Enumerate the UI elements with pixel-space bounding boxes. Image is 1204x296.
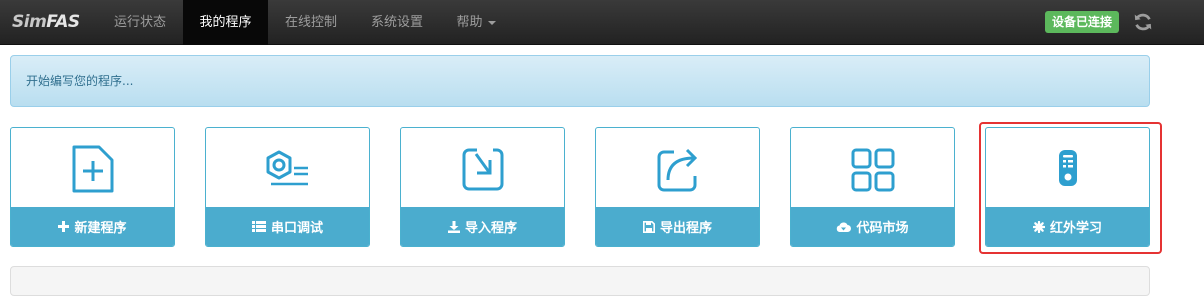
status-badge: 设备已连接 xyxy=(1045,11,1120,33)
export-icon xyxy=(657,148,697,192)
top-navbar: Sim FAS 运行状态 我的程序 在线控制 系统设置 帮助 设备已连接 xyxy=(0,0,1204,45)
nav-item-label: 在线控制 xyxy=(284,15,337,30)
nav-item-label: 系统设置 xyxy=(370,15,423,30)
tile-serial-debug[interactable]: 串口调试 xyxy=(205,127,370,247)
tile-ir-learning[interactable]: 红外学习 xyxy=(985,127,1150,247)
brand-part1: Sim xyxy=(12,12,47,32)
tile-export-program[interactable]: 导出程序 xyxy=(595,127,760,247)
new-file-icon xyxy=(72,145,113,193)
tile-label: 导出程序 xyxy=(659,221,712,236)
save-icon xyxy=(642,220,655,233)
remote-control-icon xyxy=(1058,150,1077,186)
tile-label: 新建程序 xyxy=(74,221,127,236)
serial-port-icon xyxy=(266,150,308,186)
import-icon xyxy=(462,148,503,191)
bottom-panel xyxy=(10,266,1150,296)
tile-footer: 导出程序 xyxy=(596,207,759,246)
nav-item-system-settings[interactable]: 系统设置 xyxy=(354,0,440,45)
tile-label: 代码市场 xyxy=(856,221,909,236)
alert-text: 开始编写您的程序... xyxy=(26,74,134,88)
caret-down-icon xyxy=(487,20,496,25)
tile-footer: 串口调试 xyxy=(206,207,369,246)
nav-item-my-programs[interactable]: 我的程序 xyxy=(183,0,268,45)
brand-logo[interactable]: Sim FAS xyxy=(12,10,80,34)
nav-item-status[interactable]: 运行状态 xyxy=(97,0,183,45)
cloud-download-icon xyxy=(837,222,852,232)
refresh-icon[interactable] xyxy=(1132,11,1154,33)
tile-footer: 红外学习 xyxy=(986,207,1149,246)
nav-item-label: 帮助 xyxy=(456,15,483,30)
tile-label: 红外学习 xyxy=(1049,221,1102,236)
tile-code-market[interactable]: 代码市场 xyxy=(790,127,955,247)
tile-footer: 新建程序 xyxy=(11,207,174,246)
nav-item-online-control[interactable]: 在线控制 xyxy=(268,0,354,45)
tile-label: 串口调试 xyxy=(270,221,323,236)
tile-new-program[interactable]: 新建程序 xyxy=(10,127,175,247)
brand-part2: FAS xyxy=(46,12,80,32)
list-icon xyxy=(251,221,266,232)
nav-item-label: 运行状态 xyxy=(113,15,166,30)
asterisk-icon xyxy=(1032,220,1045,233)
nav-item-label: 我的程序 xyxy=(199,15,252,30)
info-alert: 开始编写您的程序... xyxy=(10,55,1150,107)
grid-icon xyxy=(851,148,894,192)
nav-item-help[interactable]: 帮助 xyxy=(440,0,512,45)
tile-import-program[interactable]: 导入程序 xyxy=(400,127,565,247)
tile-footer: 代码市场 xyxy=(791,207,954,246)
tile-footer: 导入程序 xyxy=(401,207,564,246)
tile-label: 导入程序 xyxy=(464,221,517,236)
plus-icon xyxy=(58,221,70,232)
download-icon xyxy=(447,220,460,233)
